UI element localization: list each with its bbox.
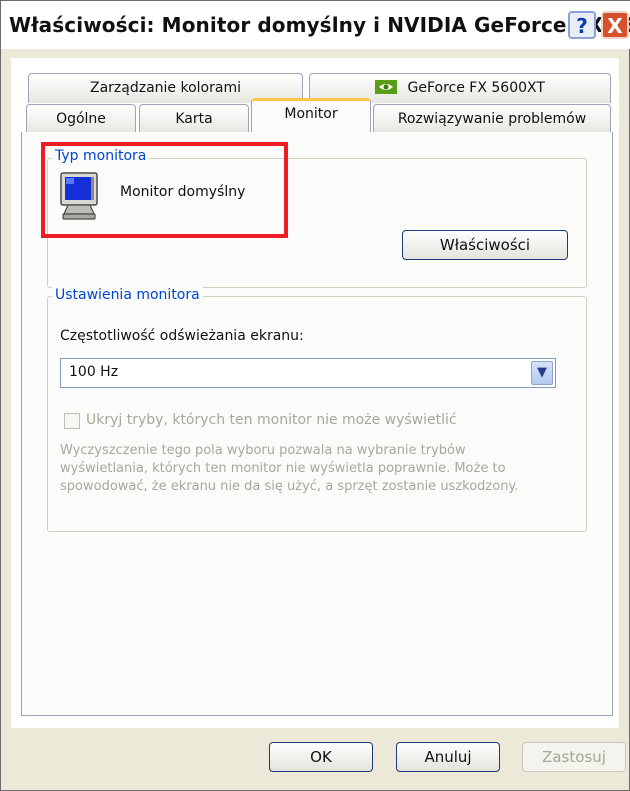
display-properties-window: Właściwości: Monitor domyślny i NVIDIA G… — [0, 0, 630, 791]
button-label: Anuluj — [424, 748, 472, 766]
ok-button[interactable]: OK — [269, 742, 373, 772]
hide-modes-checkbox[interactable] — [64, 413, 80, 429]
hide-modes-description: Wyczyszczenie tego pola wyboru pozwala n… — [60, 443, 519, 494]
monitor-settings-group-label: Ustawienia monitora — [52, 287, 203, 303]
tab-label: Rozwiązywanie problemów — [397, 111, 587, 127]
apply-button[interactable]: Zastosuj — [522, 742, 626, 772]
tab-label: Karta — [175, 111, 213, 127]
tab-label: Zarządzanie kolorami — [90, 80, 241, 96]
hide-modes-label: Ukryj tryby, których ten monitor nie moż… — [86, 412, 457, 428]
tab-label: Monitor — [284, 106, 338, 122]
tab-troubleshoot[interactable]: Rozwiązywanie problemów — [373, 104, 611, 134]
highlight-box — [41, 142, 288, 238]
title-bar[interactable]: Właściwości: Monitor domyślny i NVIDIA G… — [1, 1, 630, 49]
tab-adapter[interactable]: Karta — [139, 104, 249, 134]
cancel-button[interactable]: Anuluj — [396, 742, 500, 772]
button-label: OK — [310, 748, 332, 766]
chevron-down-icon[interactable]: ▼ — [531, 361, 553, 385]
nvidia-logo-icon — [375, 80, 398, 94]
button-label: Zastosuj — [542, 748, 606, 766]
close-button[interactable]: X — [601, 11, 629, 39]
tab-label: Ogólne — [56, 111, 106, 127]
refresh-rate-value: 100 Hz — [69, 364, 119, 380]
button-label: Właściwości — [439, 236, 531, 254]
help-button[interactable]: ? — [568, 11, 596, 39]
refresh-rate-select[interactable]: 100 Hz ▼ — [60, 358, 556, 388]
tab-general[interactable]: Ogólne — [26, 104, 136, 134]
tab-label: GeForce FX 5600XT — [407, 80, 545, 96]
refresh-rate-label: Częstotliwość odświeżania ekranu: — [60, 328, 304, 344]
tab-monitor[interactable]: Monitor — [251, 98, 371, 135]
window-title: Właściwości: Monitor domyślny i NVIDIA G… — [9, 13, 630, 37]
monitor-properties-button[interactable]: Właściwości — [402, 230, 568, 260]
